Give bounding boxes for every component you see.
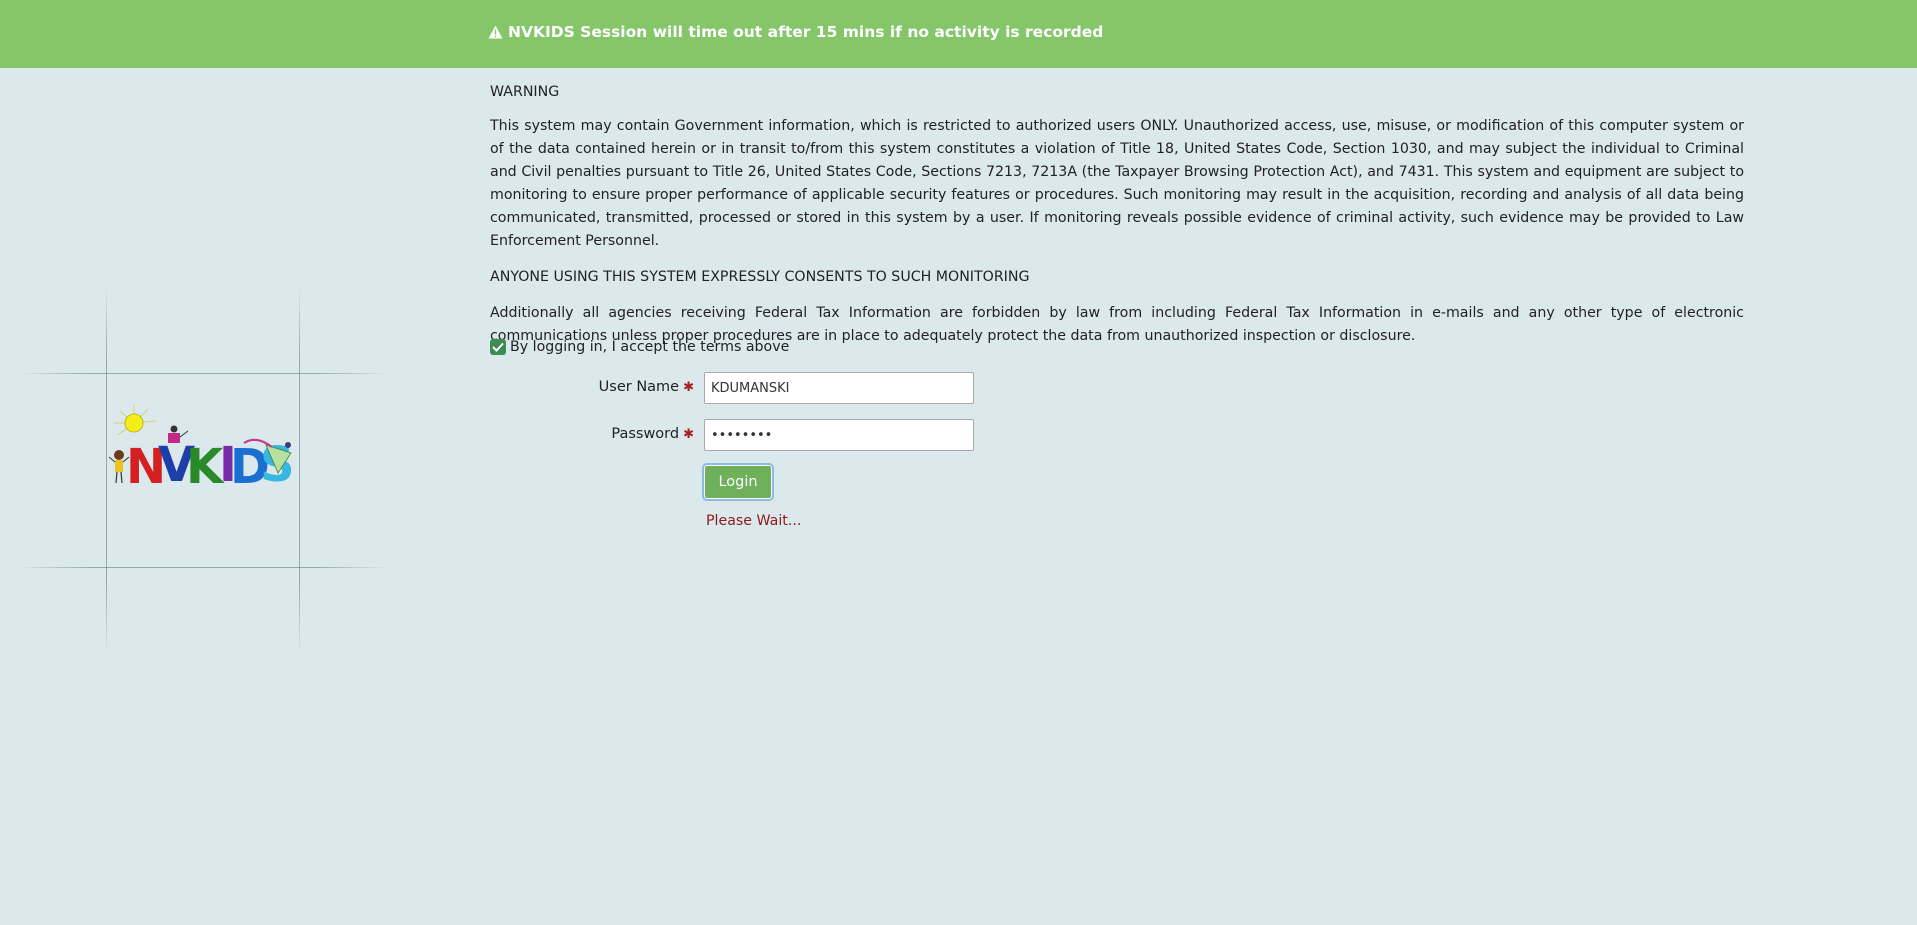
session-banner: NVKIDS Session will time out after 15 mi… [0,0,1917,68]
password-input[interactable] [704,419,974,451]
username-label: User Name ✱ [494,379,694,395]
logo-panel: N V K I D S [18,285,388,655]
accept-terms-checkbox[interactable] [490,339,506,355]
checkmark-icon [492,342,504,352]
session-timeout-text: NVKIDS Session will time out after 15 mi… [508,23,1104,41]
password-label-text: Password [611,426,680,442]
logo-frame-line [18,567,388,568]
session-timeout-notice: NVKIDS Session will time out after 15 mi… [488,23,1103,41]
username-label-text: User Name [598,379,680,395]
required-icon: ✱ [683,380,694,395]
warning-icon [488,25,503,39]
logo-frame-line [18,373,388,374]
status-message: Please Wait... [706,513,802,529]
warning-body: This system may contain Government infor… [490,118,1744,249]
nvkids-logo: N V K I D S [108,405,295,495]
accept-terms-label: By logging in, I accept the terms above [510,339,790,355]
sun-icon [114,405,157,436]
logo-frame-line [299,285,300,655]
warning-heading: WARNING [490,84,560,100]
accept-terms-row: By logging in, I accept the terms above [490,339,789,355]
required-icon: ✱ [683,427,694,442]
login-button[interactable]: Login [702,463,774,501]
password-label: Password ✱ [494,426,694,442]
legal-notice: WARNING This system may contain Governme… [490,81,1744,361]
consent-statement: ANYONE USING THIS SYSTEM EXPRESSLY CONSE… [490,269,1030,285]
username-input[interactable] [704,372,974,404]
